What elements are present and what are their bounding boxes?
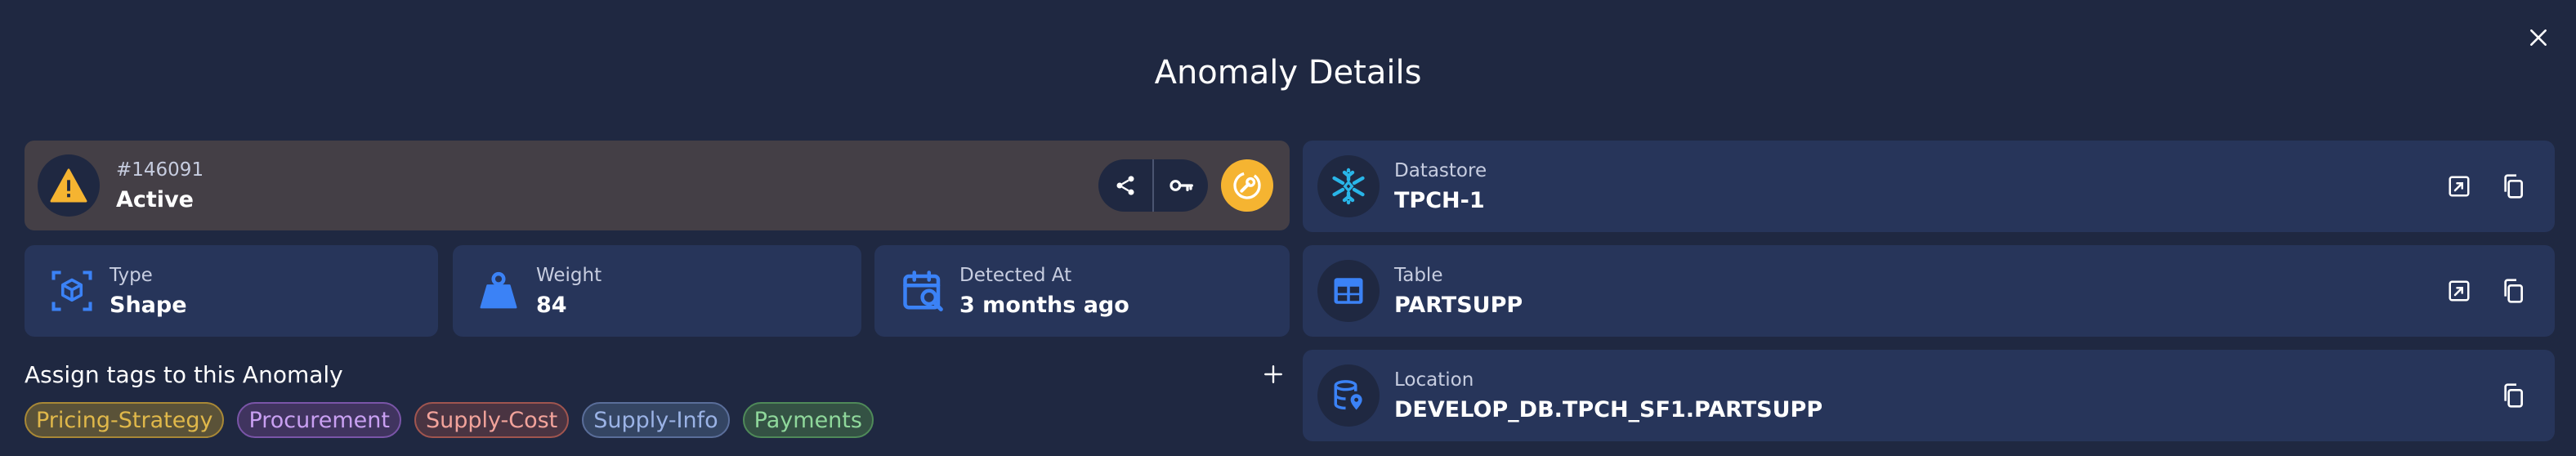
open-datastore-button[interactable] <box>2440 168 2478 205</box>
open-table-button[interactable] <box>2440 272 2478 310</box>
type-card: Type Shape <box>25 245 438 337</box>
key-icon <box>1169 180 1193 191</box>
open-external-icon <box>2449 280 2470 302</box>
tag-list: Pricing-Strategy Procurement Supply-Cost… <box>25 402 874 438</box>
anomaly-status-card: #146091 Active <box>25 141 1290 230</box>
tags-section-title: Assign tags to this Anomaly <box>25 361 343 388</box>
share-icon <box>1116 176 1134 195</box>
weight-value: 84 <box>536 292 567 318</box>
database-location-icon-container <box>1317 364 1380 427</box>
weight-icon <box>480 271 517 309</box>
copy-icon <box>2504 279 2523 303</box>
key-button[interactable] <box>1154 159 1208 212</box>
table-icon-container <box>1317 260 1380 322</box>
shape-icon <box>51 270 92 311</box>
open-external-icon <box>2449 176 2470 197</box>
table-card: Table PARTSUPP <box>1303 245 2555 337</box>
copy-table-button[interactable] <box>2494 272 2532 310</box>
share-button[interactable] <box>1098 159 1152 212</box>
detected-at-card: Detected At 3 months ago <box>874 245 1290 337</box>
status-action-button[interactable] <box>1221 159 1273 212</box>
detected-at-label: Detected At <box>959 264 1072 286</box>
detected-at-value: 3 months ago <box>959 292 1129 318</box>
warning-icon <box>50 168 87 203</box>
close-button[interactable] <box>2524 23 2553 52</box>
tag-supply-cost[interactable]: Supply-Cost <box>414 402 570 438</box>
anomaly-id: #146091 <box>116 159 204 181</box>
calendar-search-icon <box>903 270 943 311</box>
add-tag-button[interactable] <box>1254 358 1293 391</box>
plus-icon <box>1264 365 1282 383</box>
location-value: DEVELOP_DB.TPCH_SF1.PARTSUPP <box>1394 396 1823 422</box>
page-title: Anomaly Details <box>1154 54 1422 92</box>
location-card: Location DEVELOP_DB.TPCH_SF1.PARTSUPP <box>1303 350 2555 441</box>
tag-pricing-strategy[interactable]: Pricing-Strategy <box>25 402 225 438</box>
copy-icon <box>2504 383 2523 408</box>
table-value: PARTSUPP <box>1394 292 1523 318</box>
warning-icon-container <box>38 154 100 217</box>
tag-payments[interactable]: Payments <box>742 402 874 438</box>
location-label: Location <box>1394 369 1474 391</box>
snowflake-icon-container <box>1317 155 1380 217</box>
table-icon <box>1334 278 1363 304</box>
weight-label: Weight <box>536 264 602 286</box>
table-label: Table <box>1394 264 1443 286</box>
action-button-group <box>1098 159 1208 212</box>
datastore-label: Datastore <box>1394 159 1487 181</box>
tag-supply-info[interactable]: Supply-Info <box>582 402 730 438</box>
datastore-card: Datastore TPCH-1 <box>1303 141 2555 232</box>
weight-icon-container <box>474 266 523 315</box>
calendar-search-icon-container <box>899 266 948 315</box>
datastore-value: TPCH-1 <box>1394 187 1485 213</box>
shape-icon-container <box>47 266 96 315</box>
copy-datastore-button[interactable] <box>2494 168 2532 205</box>
copy-icon <box>2504 174 2523 199</box>
database-location-icon <box>1334 380 1362 410</box>
wrench-clock-icon <box>1233 172 1261 199</box>
type-value: Shape <box>110 292 187 318</box>
snowflake-icon <box>1332 168 1365 205</box>
anomaly-status: Active <box>116 186 194 212</box>
copy-location-button[interactable] <box>2494 377 2532 414</box>
weight-card: Weight 84 <box>453 245 861 337</box>
close-icon <box>2530 29 2547 46</box>
type-label: Type <box>110 264 153 286</box>
tag-procurement[interactable]: Procurement <box>237 402 401 438</box>
